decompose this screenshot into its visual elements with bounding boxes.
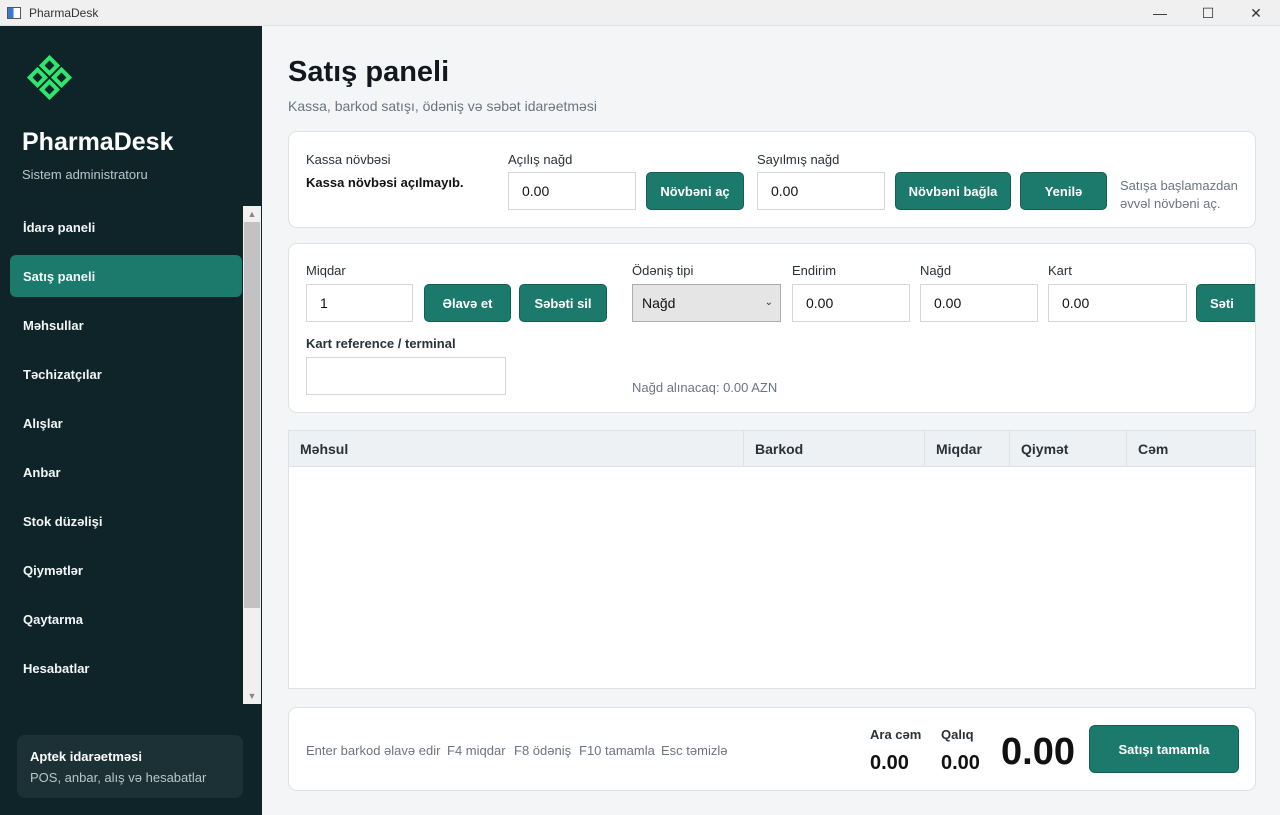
checkout-card: Enter barkod əlavə edir F4 miqdar F8 ödə… — [288, 707, 1256, 791]
sidebar-item-products[interactable]: Məhsullar — [10, 304, 242, 346]
scroll-thumb[interactable] — [244, 222, 260, 608]
close-shift-button[interactable]: Növbəni bağla — [895, 172, 1011, 210]
payment-type-value: Nağd — [642, 295, 676, 311]
counted-cash-label: Sayılmış nağd — [757, 152, 840, 167]
window-titlebar: PharmaDesk — ☐ ✕ — [0, 0, 1280, 26]
minimize-button[interactable]: — — [1136, 0, 1184, 26]
card-reference-label: Kart reference / terminal — [306, 336, 456, 351]
payment-type-label: Ödəniş tipi — [632, 263, 694, 278]
complete-sale-button[interactable]: Satışı tamamla — [1089, 725, 1239, 773]
sidebar-scrollbar[interactable]: ▲ ▼ — [243, 206, 261, 704]
sidebar: PharmaDesk Sistem administratoru İdarə p… — [0, 26, 262, 815]
sidebar-card-subtitle: POS, anbar, alış və hesabatlar — [30, 770, 207, 785]
remaining-value: 0.00 — [941, 752, 980, 774]
card-input[interactable]: 0.00 — [1048, 284, 1187, 322]
quantity-input[interactable]: 1 — [306, 284, 413, 322]
remaining-label: Qalıq — [941, 727, 974, 742]
maximize-button[interactable]: ☐ — [1184, 0, 1232, 26]
pharmadesk-logo-icon — [26, 54, 73, 101]
sidebar-item-purchases[interactable]: Alışlar — [10, 402, 242, 444]
split-payment-button[interactable]: Səti — [1196, 284, 1255, 322]
subtotal-value: 0.00 — [870, 752, 909, 774]
window-title: PharmaDesk — [29, 5, 99, 20]
shortcut-enter: Enter barkod əlavə edir — [306, 743, 441, 758]
cart-table-header: Məhsul Barkod Miqdar Qiymət Cəm — [289, 431, 1255, 467]
shift-hint: Satışa başlamazdan əvvəl növbəni aç. — [1120, 178, 1238, 211]
cart-table[interactable]: Məhsul Barkod Miqdar Qiymət Cəm — [288, 430, 1256, 689]
column-price[interactable]: Qiymət — [1010, 431, 1127, 467]
sidebar-item-stock-adjustment[interactable]: Stok düzəlişi — [10, 500, 242, 542]
page-title: Satış paneli — [288, 56, 450, 88]
column-quantity[interactable]: Miqdar — [925, 431, 1010, 467]
shift-label: Kassa növbəsi — [306, 152, 391, 167]
discount-label: Endirim — [792, 263, 837, 278]
sidebar-item-sales[interactable]: Satış paneli — [10, 255, 242, 297]
page-subtitle: Kassa, barkod satışı, ödəniş və səbət id… — [288, 98, 597, 114]
opening-cash-input[interactable]: 0.00 — [508, 172, 636, 210]
discount-input[interactable]: 0.00 — [792, 284, 910, 322]
shift-card: Kassa növbəsi Kassa növbəsi açılmayıb. A… — [288, 131, 1256, 228]
cash-due-text: Nağd alınacaq: 0.00 AZN — [632, 380, 778, 395]
card-label: Kart — [1048, 263, 1072, 278]
sidebar-nav: İdarə paneli Satış paneli Məhsullar Təch… — [10, 206, 242, 704]
chevron-down-icon: ⌄ — [764, 297, 773, 308]
shortcut-f4: F4 miqdar — [447, 743, 506, 758]
scroll-up-icon[interactable]: ▲ — [243, 206, 261, 222]
sidebar-item-warehouse[interactable]: Anbar — [10, 451, 242, 493]
brand-name: PharmaDesk — [22, 128, 174, 156]
payment-type-select[interactable]: Nağd ⌄ — [632, 284, 781, 322]
sidebar-card-title: Aptek idarəetməsi — [30, 749, 142, 764]
subtotal-label: Ara cəm — [870, 727, 922, 742]
open-shift-button[interactable]: Növbəni aç — [646, 172, 744, 210]
grand-total: 0.00 — [1001, 731, 1075, 773]
card-reference-input[interactable] — [306, 357, 506, 395]
refresh-button[interactable]: Yenilə — [1020, 172, 1107, 210]
sidebar-item-prices[interactable]: Qiymətlər — [10, 549, 242, 591]
close-button[interactable]: ✕ — [1232, 0, 1280, 26]
quantity-label: Miqdar — [306, 263, 346, 278]
column-total[interactable]: Cəm — [1127, 431, 1255, 467]
cash-input[interactable]: 0.00 — [920, 284, 1038, 322]
clear-cart-button[interactable]: Səbəti sil — [519, 284, 607, 322]
column-barcode[interactable]: Barkod — [744, 431, 925, 467]
app-icon — [7, 6, 21, 19]
cash-label: Nağd — [920, 263, 952, 278]
sidebar-item-returns[interactable]: Qaytarma — [10, 598, 242, 640]
column-product[interactable]: Məhsul — [289, 431, 744, 467]
scroll-down-icon[interactable]: ▼ — [243, 688, 261, 704]
main-content: Satış paneli Kassa, barkod satışı, ödəni… — [262, 26, 1280, 815]
sidebar-item-dashboard[interactable]: İdarə paneli — [10, 206, 242, 248]
shift-status: Kassa növbəsi açılmayıb. — [306, 175, 464, 190]
sale-entry-card: Miqdar 1 Əlavə et Səbəti sil Ödəniş tipi… — [288, 243, 1256, 413]
sidebar-item-reports[interactable]: Hesabatlar — [10, 647, 242, 689]
sidebar-item-suppliers[interactable]: Təchizatçılar — [10, 353, 242, 395]
shortcut-esc: Esc təmizlə — [661, 743, 728, 758]
opening-cash-label: Açılış nağd — [508, 152, 573, 167]
counted-cash-input[interactable]: 0.00 — [757, 172, 885, 210]
shortcut-f8: F8 ödəniş — [514, 743, 572, 758]
sidebar-info-card: Aptek idarəetməsi POS, anbar, alış və he… — [17, 735, 243, 798]
shortcut-f10: F10 tamamla — [579, 743, 655, 758]
user-role: Sistem administratoru — [22, 167, 148, 182]
add-to-cart-button[interactable]: Əlavə et — [424, 284, 511, 322]
